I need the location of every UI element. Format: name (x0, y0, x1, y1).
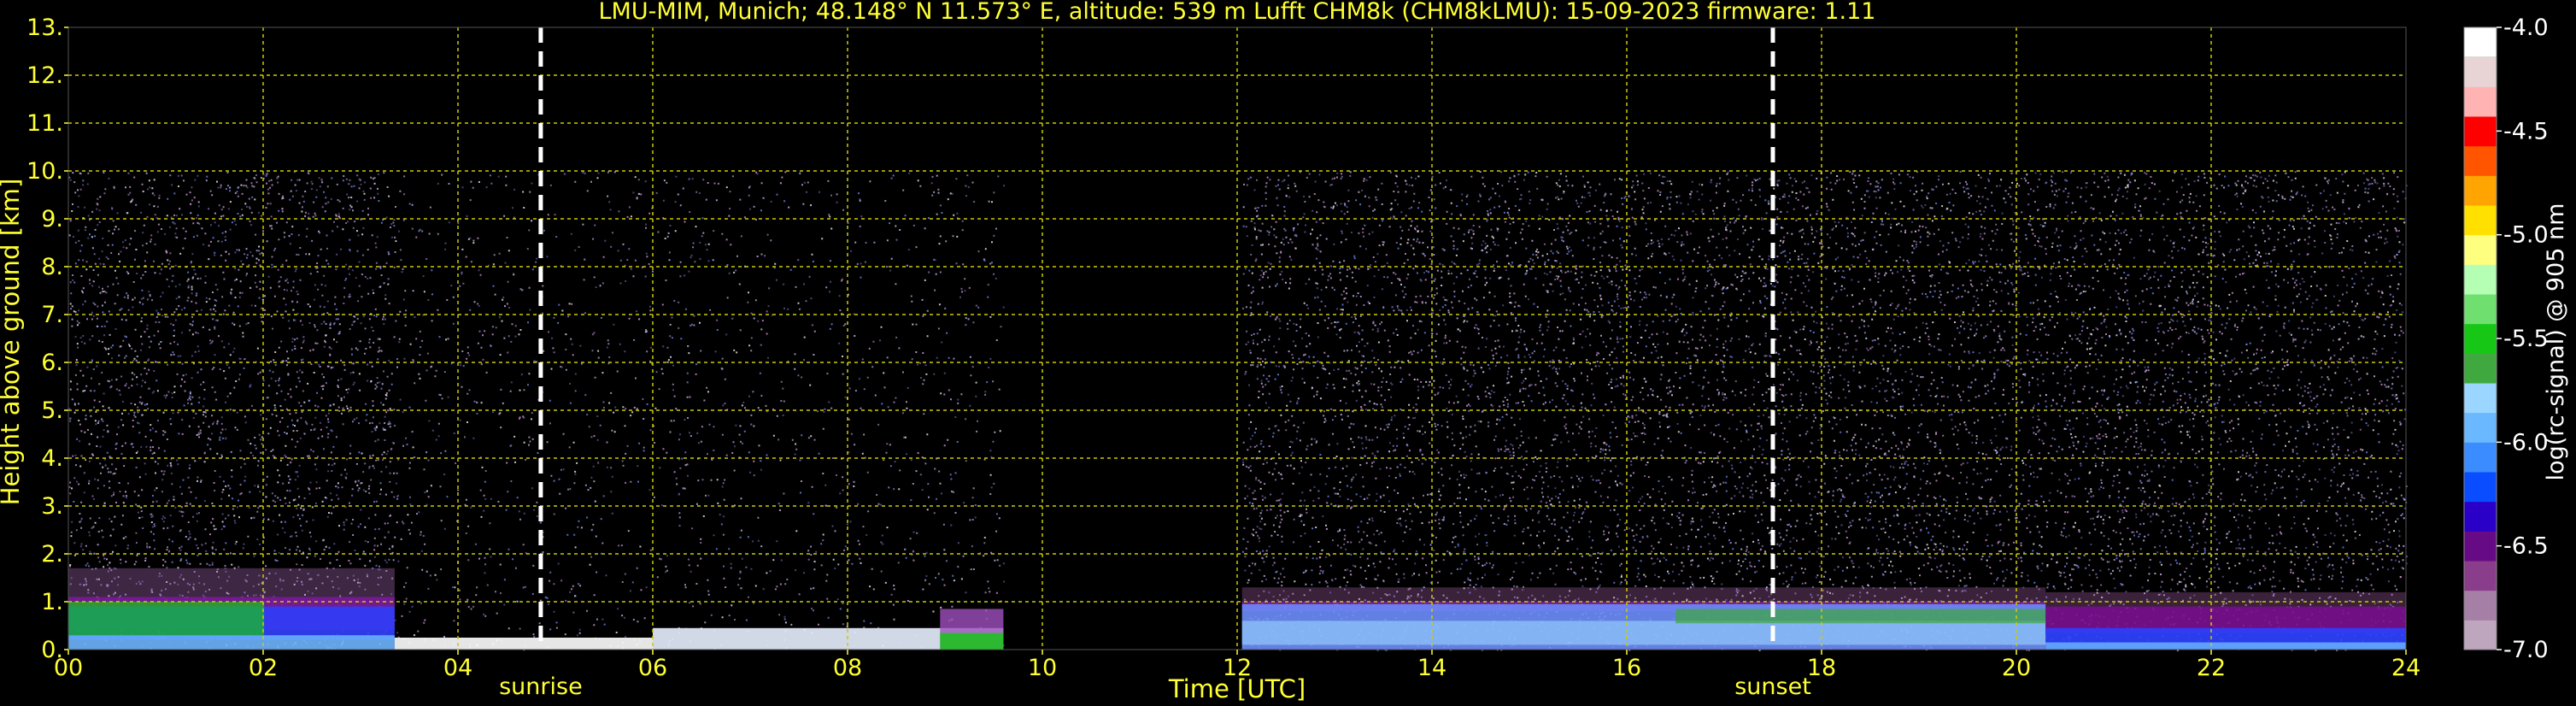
layer-night-surface (68, 635, 395, 650)
x-tick-label: 06 (638, 655, 667, 681)
colorbar-swatch (2464, 531, 2497, 562)
colorbar-swatch (2464, 116, 2497, 147)
y-tick-label: 8. (41, 254, 63, 280)
colorbar-swatch (2464, 383, 2497, 414)
layer-morning-surface (394, 638, 653, 650)
x-tick-label: 02 (249, 655, 278, 681)
colorbar-tick-label: -4.0 (2503, 15, 2549, 41)
y-tick-label: 12. (26, 62, 63, 89)
colorbar-swatch (2464, 561, 2497, 591)
sunrise-label: sunrise (499, 674, 583, 700)
layer-night-green (68, 602, 265, 636)
plot-area (67, 26, 2408, 651)
colorbar-swatch (2464, 27, 2497, 57)
colorbar-swatch (2464, 175, 2497, 206)
colorbar-swatch (2464, 590, 2497, 621)
x-tick-label: 20 (2002, 655, 2031, 681)
y-axis-label: Height above ground [km] (0, 179, 25, 506)
colorbar-swatch (2464, 264, 2497, 295)
x-tick-label: 22 (2197, 655, 2226, 681)
layer-day-inner (1241, 621, 2046, 645)
colorbar-swatch (2464, 442, 2497, 473)
colorbar-swatch (2464, 145, 2497, 176)
y-tick-label: 11. (26, 110, 63, 137)
colorbar-swatch (2464, 205, 2497, 236)
colorbar-tick-label: -6.0 (2503, 429, 2549, 456)
colorbar-swatch (2464, 620, 2497, 650)
colorbar-tick-label: -4.5 (2503, 118, 2549, 144)
colorbar-tick-label: -6.5 (2503, 533, 2549, 560)
y-tick-label: 1. (41, 589, 63, 615)
colorbar-swatch (2464, 323, 2497, 354)
x-axis-label: Time [UTC] (1168, 674, 1306, 703)
x-tick-label: 04 (443, 655, 472, 681)
x-tick-label: 16 (1612, 655, 1641, 681)
y-tick-label: 0. (41, 637, 63, 663)
sunset-label: sunset (1734, 674, 1811, 700)
layer-evening-surface (2045, 642, 2406, 650)
layer-day-green (1675, 609, 2046, 624)
colorbar-label: log(rc-signal) @ 905 nm (2543, 203, 2569, 481)
ceilometer-chart: LMU-MIM, Munich; 48.148° N 11.573° E, al… (0, 0, 2576, 706)
y-tick-label: 13. (26, 15, 63, 41)
y-tick-label: 5. (41, 397, 63, 424)
colorbar-tick-label: -5.5 (2503, 326, 2549, 352)
colorbar-swatch (2464, 234, 2497, 265)
y-tick-label: 9. (41, 206, 63, 232)
x-tick-label: 10 (1028, 655, 1057, 681)
colorbar-swatch (2464, 412, 2497, 443)
colorbar-tick-label: -7.0 (2503, 637, 2549, 663)
y-tick-label: 10. (26, 158, 63, 185)
x-tick-label: 24 (2391, 655, 2421, 681)
y-tick-label: 2. (41, 541, 63, 568)
colorbar-swatch (2464, 472, 2497, 503)
colorbar-swatch (2464, 294, 2497, 325)
chart-title: LMU-MIM, Munich; 48.148° N 11.573° E, al… (599, 0, 1876, 25)
x-tick-label: 18 (1807, 655, 1836, 681)
colorbar-tick-label: -5.0 (2503, 222, 2549, 249)
colorbar-swatch (2464, 56, 2497, 87)
colorbar-swatch (2464, 86, 2497, 117)
y-tick-label: 6. (41, 350, 63, 376)
layer-morning-green (940, 632, 1004, 650)
y-tick-label: 4. (41, 445, 63, 472)
colorbar-swatch (2464, 353, 2497, 384)
y-tick-label: 3. (41, 493, 63, 520)
y-tick-label: 7. (41, 302, 63, 328)
colorbar-swatches (2464, 27, 2497, 650)
x-tick-label: 08 (833, 655, 862, 681)
x-tick-label: 14 (1417, 655, 1446, 681)
colorbar-swatch (2464, 501, 2497, 532)
